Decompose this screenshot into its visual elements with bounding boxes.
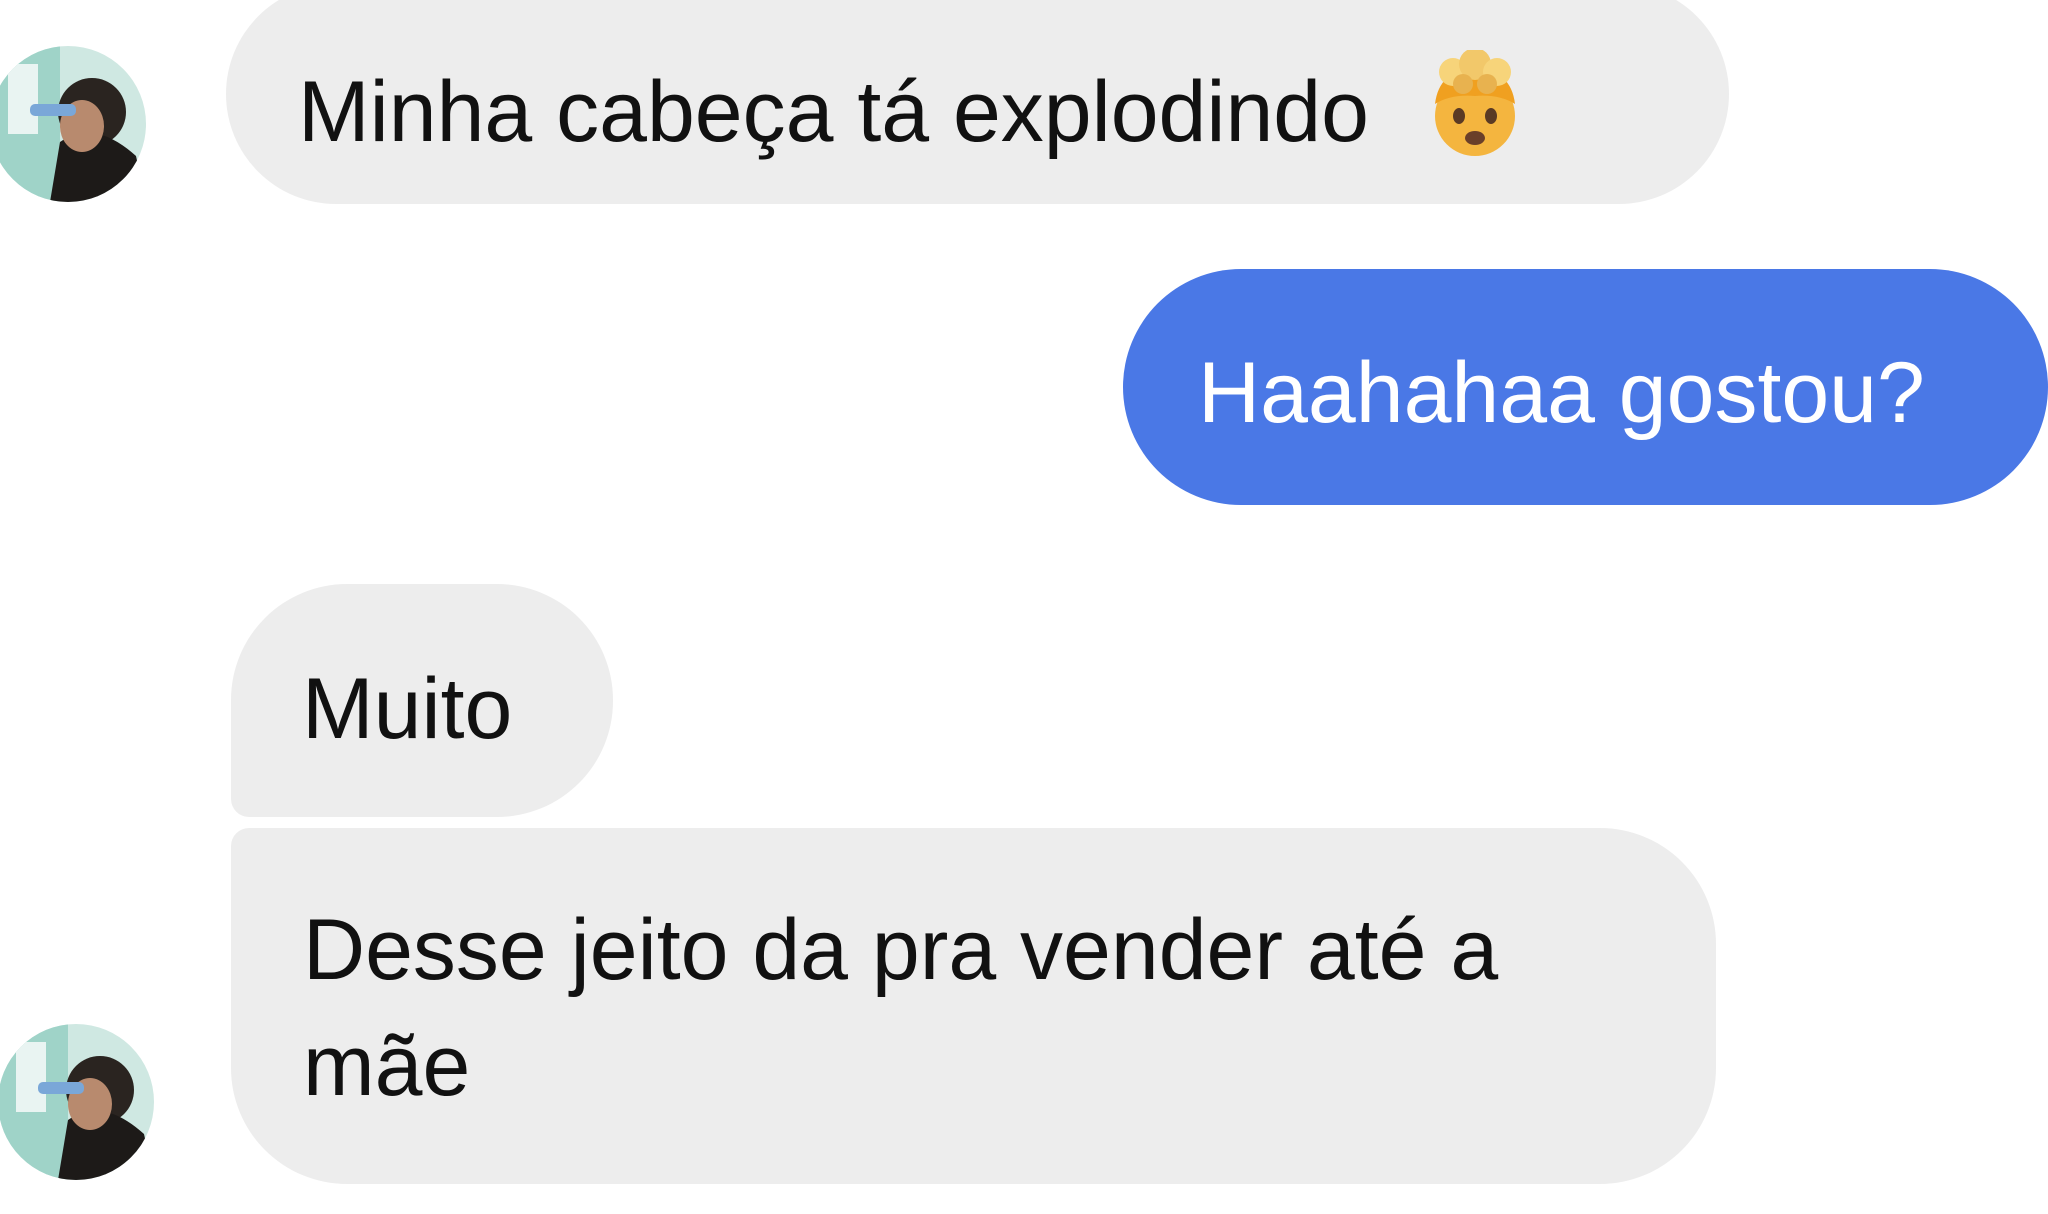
message-text: Haahahaa gostou? <box>1198 345 1925 442</box>
message-text: Minha cabeça tá explodindo <box>298 64 1369 161</box>
exploding-head-emoji-icon <box>1419 48 1531 162</box>
incoming-message-bubble[interactable]: Minha cabeça tá explodindo <box>226 0 1729 204</box>
contact-avatar[interactable] <box>0 1024 154 1180</box>
contact-avatar[interactable] <box>0 46 146 202</box>
message-text: Muito <box>302 661 513 758</box>
outgoing-message-bubble[interactable]: Haahahaa gostou? <box>1123 269 2048 505</box>
chat-thread: Minha cabeça tá explodindo Haahahaa gost… <box>0 0 2048 1214</box>
message-text-line-2: mãe <box>303 1018 471 1115</box>
incoming-message-bubble[interactable]: Muito <box>231 584 613 817</box>
message-text-line-1: Desse jeito da pra vender até a <box>303 902 1499 999</box>
incoming-message-bubble[interactable]: Desse jeito da pra vender até a mãe <box>231 828 1716 1184</box>
